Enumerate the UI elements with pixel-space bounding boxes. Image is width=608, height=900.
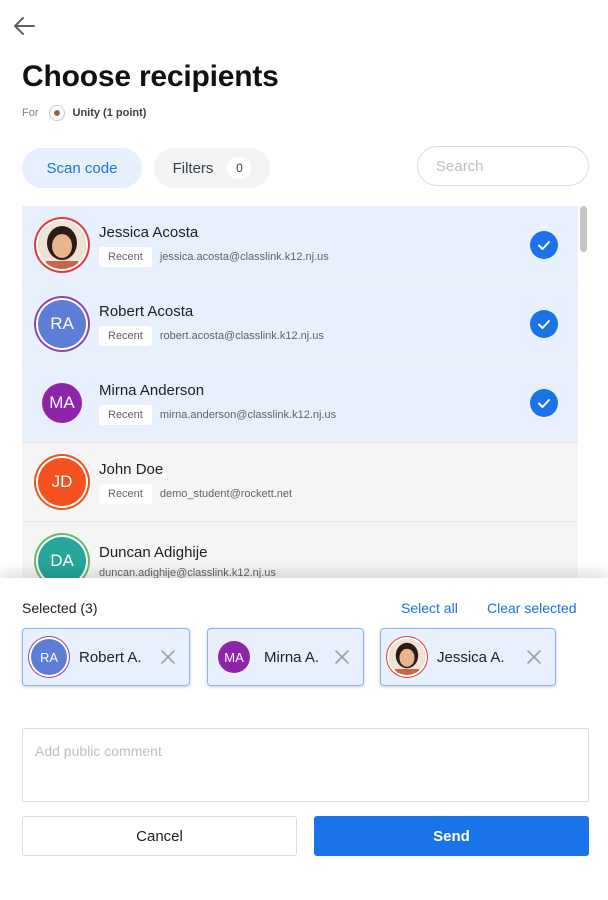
selected-chip[interactable]: RA Robert A. [22, 628, 190, 686]
recipient-row[interactable]: DA Duncan Adighije duncan.adighije@class… [22, 522, 578, 578]
selected-chip[interactable]: MA Mirna A. [207, 628, 364, 686]
for-label: For [22, 107, 39, 119]
recipient-meta: duncan.adighije@classlink.k12.nj.us [99, 567, 276, 579]
recipient-name: Mirna Anderson [99, 381, 205, 399]
avatar: RA [38, 300, 86, 348]
recent-tag: Recent [99, 483, 152, 504]
close-icon[interactable] [157, 646, 179, 668]
selection-sheet: Selected (3) Select all Clear selected R… [0, 578, 608, 900]
recipient-list: Jessica Acosta Recent jessica.acosta@cla… [22, 206, 578, 578]
recipient-meta: Recent demo_student@rockett.net [99, 483, 293, 504]
send-button[interactable]: Send [314, 816, 589, 856]
public-comment-input[interactable] [22, 728, 589, 802]
recent-tag: Recent [99, 404, 152, 425]
page-title: Choose recipients [22, 60, 279, 93]
filters-label: Filters [172, 159, 214, 177]
recipient-info: Robert Acosta Recent robert.acosta@class… [99, 303, 324, 346]
recipient-meta: Recent mirna.anderson@classlink.k12.nj.u… [99, 404, 337, 425]
recipient-email: jessica.acosta@classlink.k12.nj.us [159, 250, 329, 263]
select-all-link[interactable]: Select all [401, 600, 458, 616]
chip-name: Jessica A. [437, 648, 505, 666]
chip-avatar: RA [31, 639, 67, 675]
check-circle-icon[interactable] [530, 231, 558, 259]
avatar-initials: RA [50, 314, 74, 333]
recipient-name: Jessica Acosta [99, 223, 199, 241]
avatar: DA [38, 537, 86, 578]
recipient-email: duncan.adighije@classlink.k12.nj.us [99, 566, 276, 579]
recipient-name: Duncan Adighije [99, 543, 208, 561]
for-value: Unity (1 point) [72, 107, 147, 119]
close-icon[interactable] [523, 646, 545, 668]
avatar [38, 221, 86, 269]
chip-avatar [389, 639, 425, 675]
recipient-row[interactable]: RA Robert Acosta Recent robert.acosta@cl… [22, 285, 578, 364]
recipient-name: John Doe [99, 460, 164, 478]
close-icon[interactable] [331, 646, 353, 668]
recipient-email: robert.acosta@classlink.k12.nj.us [159, 329, 324, 342]
chip-name: Mirna A. [264, 648, 320, 666]
filters-button[interactable]: Filters 0 [154, 148, 270, 188]
avatar: JD [38, 458, 86, 506]
recipient-name: Robert Acosta [99, 302, 194, 320]
recipient-email: demo_student@rockett.net [159, 487, 293, 500]
scan-code-button[interactable]: Scan code [22, 148, 142, 188]
recipient-info: Mirna Anderson Recent mirna.anderson@cla… [99, 382, 336, 425]
recipient-info: Jessica Acosta Recent jessica.acosta@cla… [99, 224, 329, 267]
recent-tag: Recent [99, 246, 152, 267]
person-photo-icon [38, 221, 86, 269]
filters-count-badge: 0 [227, 157, 252, 179]
chip-name: Robert A. [79, 648, 142, 666]
chip-initials: MA [224, 649, 244, 665]
recipient-row[interactable]: MA Mirna Anderson Recent mirna.anderson@… [22, 364, 578, 443]
recent-tag: Recent [99, 325, 152, 346]
recipient-meta: Recent jessica.acosta@classlink.k12.nj.u… [99, 246, 329, 267]
avatar-initials: DA [50, 551, 74, 570]
check-circle-icon[interactable] [530, 389, 558, 417]
unity-badge-icon [48, 105, 65, 121]
cancel-button[interactable]: Cancel [22, 816, 297, 856]
recipient-row[interactable]: JD John Doe Recent demo_student@rockett.… [22, 443, 578, 522]
avatar: MA [42, 383, 82, 423]
recipient-info: John Doe Recent demo_student@rockett.net [99, 461, 292, 504]
selected-chip[interactable]: Jessica A. [380, 628, 556, 686]
chip-initials: RA [39, 649, 59, 665]
selected-count-label: Selected (3) [22, 600, 98, 616]
person-photo-icon [389, 639, 425, 675]
check-circle-icon[interactable] [530, 310, 558, 338]
recipient-row[interactable]: Jessica Acosta Recent jessica.acosta@cla… [22, 206, 578, 285]
recipient-email: mirna.anderson@classlink.k12.nj.us [159, 408, 337, 421]
chip-avatar: MA [218, 641, 250, 673]
search-input[interactable] [417, 146, 589, 186]
recipient-info: Duncan Adighije duncan.adighije@classlin… [99, 544, 276, 579]
list-scrollbar[interactable] [580, 206, 587, 252]
back-arrow-icon[interactable] [10, 12, 38, 40]
recipient-meta: Recent robert.acosta@classlink.k12.nj.us [99, 325, 324, 346]
for-row: For Unity (1 point) [22, 105, 146, 121]
clear-selected-link[interactable]: Clear selected [487, 600, 577, 616]
avatar-initials: MA [49, 393, 75, 412]
avatar-initials: JD [51, 472, 73, 491]
